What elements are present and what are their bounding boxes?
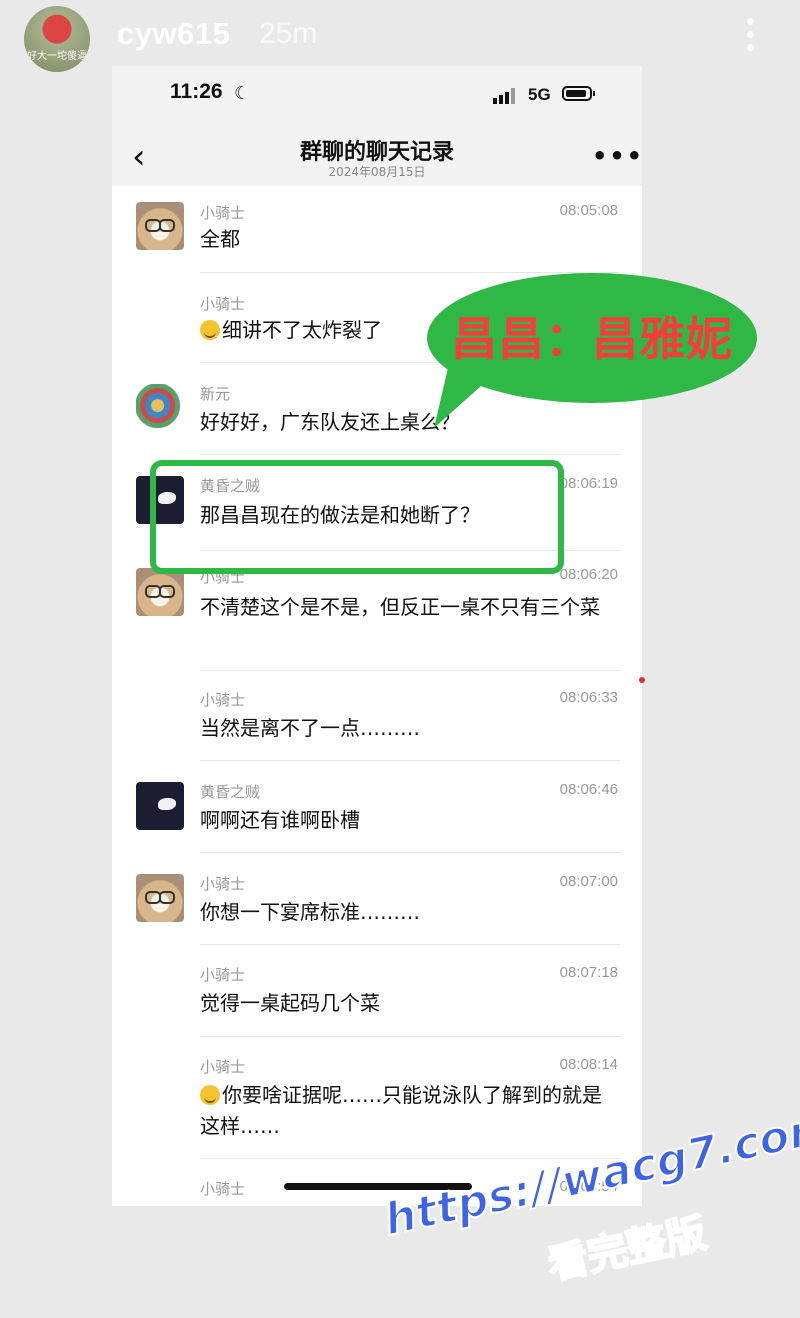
- status-time: 11:26: [170, 80, 223, 103]
- message-text: 不清楚这个是不是，但反正一桌不只有三个菜: [200, 595, 600, 619]
- callout-text: 昌昌：昌雅妮: [451, 312, 733, 366]
- avatar[interactable]: [136, 782, 184, 830]
- watermark-caption: 看完整版: [543, 1210, 711, 1290]
- sender-name: 小骑士: [200, 691, 246, 709]
- more-options-icon[interactable]: [740, 14, 760, 58]
- divider: [200, 272, 620, 273]
- message-text: 你要啥证据呢……只能说泳队了解到的就是这样……: [200, 1083, 602, 1138]
- phone-screenshot: 11:26 ☾ 5G ‹ 群聊的聊天记录 2024年08月15日 ••• 小骑士…: [112, 66, 645, 1206]
- sender-name: 小骑士: [200, 966, 246, 984]
- sender-name: 小骑士: [200, 204, 246, 222]
- message-time: 08:08:14: [559, 1056, 618, 1073]
- page-subtitle: 2024年08月15日: [328, 165, 426, 179]
- story-username[interactable]: cyw615: [117, 16, 230, 52]
- message-time: 08:07:18: [559, 964, 618, 981]
- divider: [200, 760, 620, 761]
- message-text: 全都: [200, 227, 240, 251]
- divider: [200, 852, 620, 853]
- message-text: 当然是离不了一点………: [200, 716, 420, 740]
- message-text: 啊啊还有谁啊卧槽: [200, 808, 360, 832]
- laughing-crying-emoji-icon: [200, 320, 220, 340]
- story-age: 25m: [259, 17, 318, 50]
- avatar[interactable]: [136, 384, 184, 432]
- sender-name: 黄昏之贼: [200, 783, 261, 801]
- divider: [200, 1036, 620, 1037]
- divider: [200, 670, 620, 671]
- story-avatar[interactable]: 好大一坨傻逼: [24, 6, 90, 72]
- sender-name: 小骑士: [200, 1058, 246, 1076]
- sender-name: 小骑士: [200, 295, 246, 313]
- avatar-caption: 好大一坨傻逼: [27, 51, 87, 62]
- message-time: 08:06:20: [559, 566, 618, 583]
- watermark: https://wacg7.com 看完整版: [379, 1100, 800, 1318]
- message-text-row: 你要啥证据呢……只能说泳队了解到的就是这样……: [200, 1080, 620, 1142]
- highlight-box: [150, 460, 564, 574]
- message-text: 你想一下宴席标准………: [200, 900, 420, 924]
- message-text: 细讲不了太炸裂了: [222, 318, 382, 342]
- avatar[interactable]: [136, 202, 184, 250]
- message-time: 08:05:08: [559, 202, 618, 219]
- avatar[interactable]: [136, 874, 184, 922]
- divider: [200, 944, 620, 945]
- moon-icon: ☾: [234, 83, 251, 104]
- message-text: 觉得一桌起码几个菜: [200, 991, 380, 1015]
- laughing-crying-emoji-icon: [200, 1085, 220, 1105]
- message-text: 好好好，广东队友还上桌么？: [200, 410, 460, 434]
- sender-name: 新元: [200, 385, 231, 403]
- network-label: 5G: [528, 85, 551, 104]
- message-time: 08:07:00: [559, 873, 618, 890]
- divider: [200, 454, 620, 455]
- signal-icon: [493, 88, 519, 104]
- message-time: 08:06:46: [559, 781, 618, 798]
- battery-icon: [562, 86, 595, 101]
- avatar[interactable]: [136, 568, 184, 616]
- message-time: 08:06:33: [559, 689, 618, 706]
- message-time: 08:06:19: [559, 475, 618, 492]
- sender-name: 小骑士: [200, 1180, 246, 1198]
- sender-name: 小骑士: [200, 875, 246, 893]
- unread-dot: [639, 677, 645, 683]
- page-title: 群聊的聊天记录: [299, 140, 454, 165]
- story-header: 好大一坨傻逼 cyw615 25m: [0, 0, 800, 75]
- more-icon[interactable]: •••: [592, 142, 644, 170]
